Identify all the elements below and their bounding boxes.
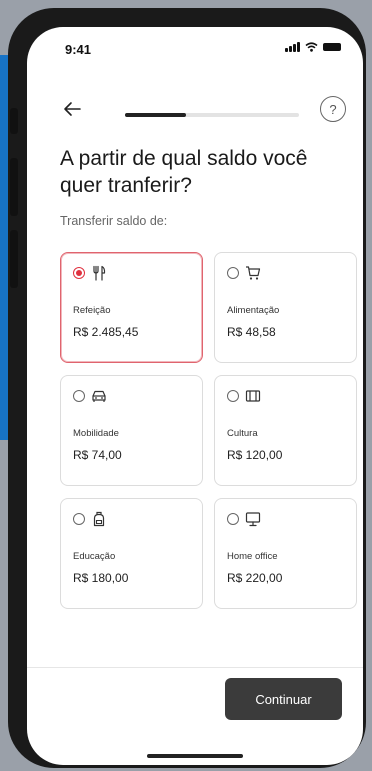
option-value: R$ 120,00 — [227, 448, 283, 462]
page-title: A partir de qual saldo você quer tranfer… — [60, 147, 308, 197]
volume-up-button — [10, 158, 18, 216]
help-button[interactable]: ? — [320, 96, 346, 122]
page-subtitle: Transferir saldo de: — [60, 214, 168, 228]
option-label: Refeição — [73, 305, 111, 316]
balance-option-mobilidade[interactable]: Mobilidade R$ 74,00 — [60, 375, 203, 486]
radio-button[interactable] — [73, 267, 85, 279]
nav-header: ? — [27, 93, 363, 125]
monitor-icon — [245, 512, 261, 527]
radio-button[interactable] — [73, 513, 85, 525]
radio-button[interactable] — [73, 390, 85, 402]
volume-down-button — [10, 230, 18, 288]
option-label: Mobilidade — [73, 428, 119, 439]
mute-switch — [10, 108, 18, 134]
progress-bar — [125, 113, 299, 117]
option-value: R$ 2.485,45 — [73, 325, 139, 339]
footer-divider — [27, 667, 363, 668]
balance-options: Refeição R$ 2.485,45 Alimentação R$ 48,5… — [60, 252, 357, 609]
option-value: R$ 180,00 — [73, 571, 129, 585]
balance-option-cultura[interactable]: Cultura R$ 120,00 — [214, 375, 357, 486]
option-value: R$ 220,00 — [227, 571, 283, 585]
continue-button[interactable]: Continuar — [225, 678, 342, 720]
status-time: 9:41 — [65, 42, 92, 57]
wifi-icon — [305, 42, 318, 52]
balance-option-educacao[interactable]: Educação R$ 180,00 — [60, 498, 203, 609]
balance-option-refeicao[interactable]: Refeição R$ 2.485,45 — [60, 252, 203, 363]
balance-option-home-office[interactable]: Home office R$ 220,00 — [214, 498, 357, 609]
back-arrow-icon[interactable] — [60, 97, 84, 121]
app-screen: 9:41 ? A partir de qual saldo você quer … — [27, 27, 363, 765]
phone-frame: 9:41 ? A partir de qual saldo você quer … — [8, 8, 366, 768]
progress-bar-fill — [125, 113, 186, 117]
home-indicator — [147, 754, 243, 758]
signal-icon — [285, 42, 300, 52]
option-value: R$ 74,00 — [73, 448, 122, 462]
option-label: Educação — [73, 551, 116, 562]
backpack-icon — [93, 511, 105, 527]
radio-button[interactable] — [227, 267, 239, 279]
radio-button[interactable] — [227, 390, 239, 402]
option-label: Alimentação — [227, 305, 280, 316]
status-icons — [285, 42, 341, 52]
option-value: R$ 48,58 — [227, 325, 276, 339]
radio-button[interactable] — [227, 513, 239, 525]
option-label: Home office — [227, 551, 278, 562]
status-bar: 9:41 — [27, 27, 363, 71]
fork-knife-icon — [93, 265, 106, 281]
car-icon — [92, 390, 106, 402]
cart-icon — [246, 266, 261, 280]
battery-icon — [323, 43, 341, 51]
balance-option-alimentacao[interactable]: Alimentação R$ 48,58 — [214, 252, 357, 363]
ticket-icon — [245, 390, 261, 402]
option-label: Cultura — [227, 428, 258, 439]
